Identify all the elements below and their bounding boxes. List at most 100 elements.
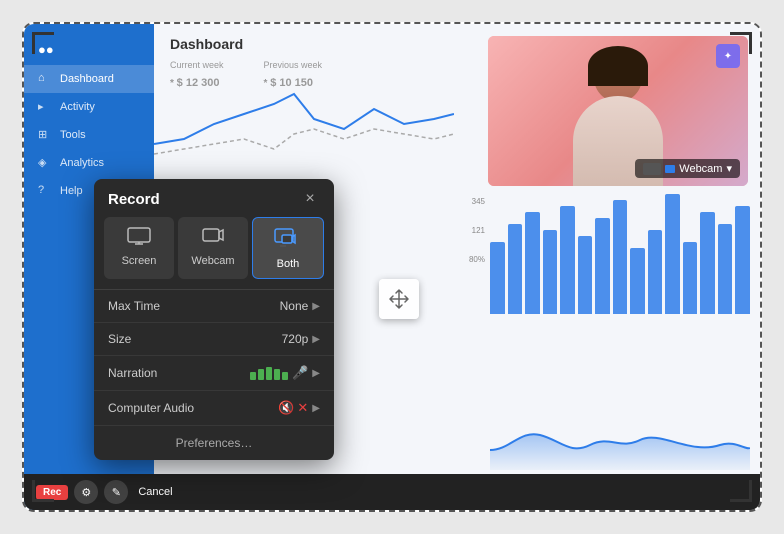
edit-button[interactable]: ✎ [104,480,128,504]
record-options: Max Time None ▶ Size 720p ▶ Narration [94,289,334,426]
pencil-icon: ✎ [112,486,121,499]
corner-bl [32,480,54,502]
bar-12 [683,242,698,314]
sidebar-item-tools[interactable]: ⊞ Tools [24,121,154,149]
seg-5 [282,372,288,380]
sidebar-item-label: Analytics [60,157,104,169]
max-time-value: None ▶ [280,299,320,313]
active-thumb-icon [665,165,675,173]
webcam-icon [201,227,225,249]
sidebar-item-label: Help [60,185,83,197]
both-label: Both [277,258,300,270]
computer-audio-arrow[interactable]: ▶ [312,403,320,414]
bar-2 [508,224,523,314]
both-icon [274,228,302,252]
record-panel-title: Record [108,191,160,208]
bar-3 [525,212,540,314]
mode-webcam-button[interactable]: Webcam [178,217,248,279]
audio-muted-indicator: 🔇 ✕ [278,400,308,416]
help-icon: ? [38,184,52,198]
preferences-button[interactable]: Preferences… [94,426,334,460]
mute-x-icon: ✕ [297,400,308,416]
bar-13 [700,212,715,314]
size-arrow[interactable]: ▶ [312,334,320,345]
bar-5 [560,206,575,314]
corner-tr [730,32,752,54]
screen-label: Screen [122,255,157,267]
seg-2 [258,369,264,380]
corner-tl [32,32,54,54]
move-icon-overlay[interactable] [379,279,419,319]
person-hair [588,46,648,86]
size-row: Size 720p ▶ [94,323,334,356]
screen-icon [127,227,151,249]
webcam-mode-label: Webcam [191,255,234,267]
corner-br [730,480,752,502]
grid-label-1: 345 [469,197,485,206]
activity-icon: ▸ [38,100,52,114]
sidebar-item-analytics[interactable]: ◈ Analytics [24,149,154,177]
bar-8 [613,200,628,314]
close-button[interactable]: × [300,189,320,209]
narration-arrow[interactable]: ▶ [312,368,320,379]
seg-3 [266,367,272,380]
gear-icon: ⚙ [81,486,91,499]
record-panel: Record × Screen Webcam [94,179,334,460]
bar-chart [490,194,750,314]
current-week-label: Current week [170,60,224,70]
sidebar-item-label: Dashboard [60,73,114,85]
bar-4 [543,230,558,314]
mic-icon[interactable]: 🎤 [292,365,308,381]
narration-row: Narration 🎤 ▶ [94,356,334,391]
settings-button[interactable]: ⚙ [74,480,98,504]
max-time-label: Max Time [108,299,160,313]
chevron-down-icon: ▾ [726,162,732,175]
record-modes: Screen Webcam Both [94,217,334,289]
computer-audio-row: Computer Audio 🔇 ✕ ▶ [94,391,334,426]
grid-label-3: 80% [469,255,485,264]
bar-1 [490,242,505,314]
bottom-toolbar: Rec ⚙ ✎ Cancel [24,474,760,510]
grid-labels: 345 121 80% [469,197,485,284]
bar-14 [718,224,733,314]
size-label: Size [108,332,131,346]
cancel-button[interactable]: Cancel [138,486,172,498]
sidebar-item-dashboard[interactable]: ⌂ Dashboard [24,65,154,93]
mode-screen-button[interactable]: Screen [104,217,174,279]
bar-10 [648,230,663,314]
bar-15 [735,206,750,314]
sidebar-item-label: Activity [60,101,95,113]
bar-6 [578,236,593,314]
wave-chart [490,400,750,470]
tools-icon: ⊞ [38,128,52,142]
grid-label-2: 121 [469,226,485,235]
speaker-icon: 🔇 [278,400,294,416]
main-frame: ●● ⌂ Dashboard ▸ Activity ⊞ Tools ◈ Anal… [22,22,762,512]
record-panel-header: Record × [94,179,334,217]
webcam-label-bar: Webcam ▾ [635,159,740,178]
sidebar-item-label: Tools [60,129,86,141]
mode-both-button[interactable]: Both [252,217,324,279]
sidebar-item-activity[interactable]: ▸ Activity [24,93,154,121]
home-icon: ⌂ [38,72,52,86]
seg-1 [250,372,256,380]
bar-9 [630,248,645,314]
bar-7 [595,218,610,314]
seg-4 [274,369,280,380]
previous-week-label: Previous week [264,60,323,70]
webcam-preview: ✦ Webcam ▾ [488,36,748,186]
line-chart [154,74,454,164]
computer-audio-label: Computer Audio [108,401,194,415]
max-time-arrow[interactable]: ▶ [312,301,320,312]
webcam-label: Webcam [679,163,722,175]
size-value: 720p ▶ [282,332,320,346]
narration-label: Narration [108,366,157,380]
narration-value: 🎤 ▶ [250,365,320,381]
screen-thumb-icon [643,163,661,175]
move-icon [388,288,410,310]
bar-11 [665,194,680,314]
narration-level [250,367,288,380]
analytics-icon: ◈ [38,156,52,170]
computer-audio-value: 🔇 ✕ ▶ [278,400,320,416]
max-time-row: Max Time None ▶ [94,290,334,323]
